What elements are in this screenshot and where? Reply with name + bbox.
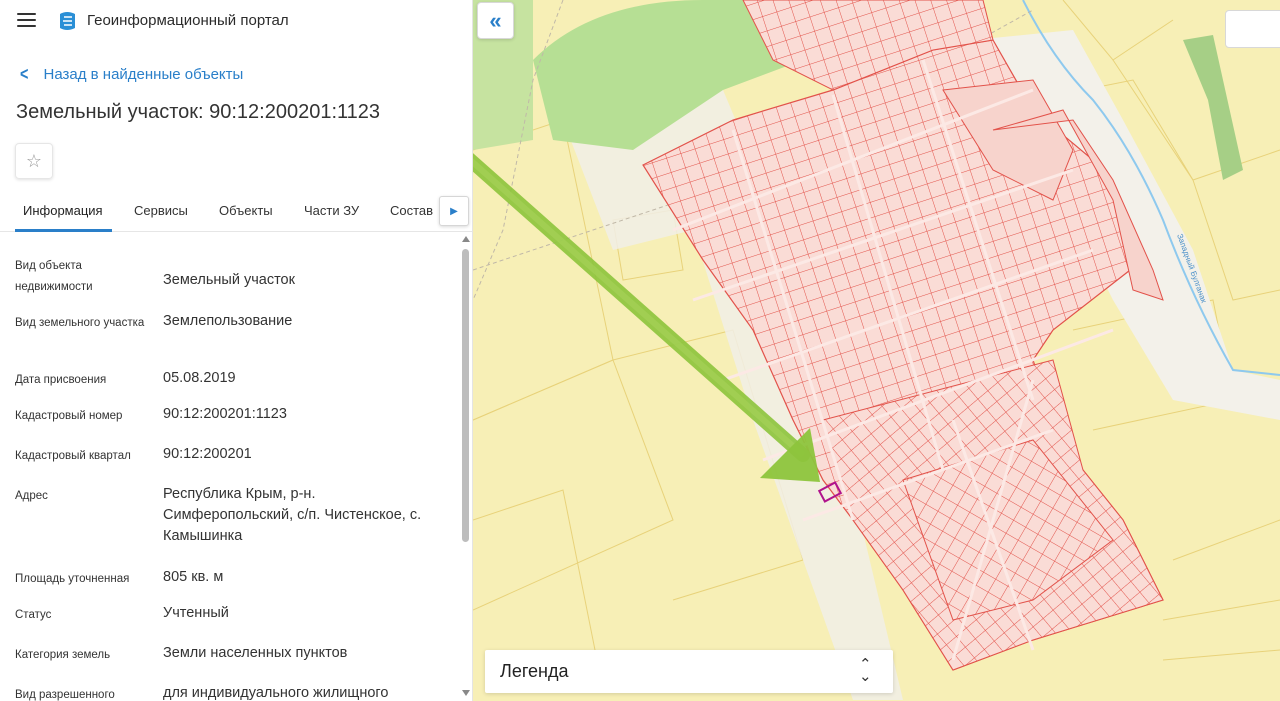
legend-panel[interactable]: Легенда ⌃ ⌄ <box>485 650 893 693</box>
info-value: Землепользование <box>163 313 293 329</box>
tab-services[interactable]: Сервисы <box>134 203 188 218</box>
info-label: Кадастровый номер <box>15 410 123 422</box>
double-chevron-left-icon: « <box>489 7 502 33</box>
info-value: Учтенный <box>163 605 229 621</box>
tab-objects[interactable]: Объекты <box>219 203 273 218</box>
tab-parts[interactable]: Части ЗУ <box>304 203 359 218</box>
expand-collapse-icon[interactable]: ⌃ ⌄ <box>859 657 872 684</box>
tabs-next-button[interactable]: ▶ <box>439 196 469 226</box>
info-label: Адрес <box>15 490 48 502</box>
scroll-down-arrow-icon[interactable] <box>462 690 470 696</box>
scroll-up-arrow-icon[interactable] <box>462 236 470 242</box>
info-value: Земли населенных пунктов <box>163 645 348 661</box>
scroll-thumb[interactable] <box>462 249 469 542</box>
map-search-input[interactable] <box>1225 10 1280 48</box>
menu-icon[interactable] <box>17 13 36 28</box>
info-label: Вид разрешенного <box>15 689 115 701</box>
info-value: для индивидуального жилищного <box>163 685 389 701</box>
legend-label: Легенда <box>500 661 569 681</box>
header: Геоинформационный портал <box>0 0 472 42</box>
info-scrollbar[interactable] <box>460 234 472 701</box>
map-view[interactable]: Западный Булганак <box>473 0 1280 701</box>
back-link-label: Назад в найденные объекты <box>43 65 244 83</box>
info-label: Вид объекта недвижимости <box>15 260 93 293</box>
back-link[interactable]: < Назад в найденные объекты <box>19 65 243 83</box>
info-label: Дата присвоения <box>15 374 107 386</box>
portal-logo-icon <box>60 12 75 30</box>
tab-bar: Информация Сервисы Объекты Части ЗУ Сост… <box>0 196 472 232</box>
star-icon: ☆ <box>25 150 43 171</box>
tab-composition[interactable]: Состав <box>390 203 433 218</box>
info-label: Кадастровый квартал <box>15 450 131 462</box>
map-canvas[interactable]: Западный Булганак <box>473 0 1280 701</box>
info-value: 05.08.2019 <box>163 370 236 386</box>
info-label: Площадь уточненная <box>15 573 130 585</box>
caret-right-icon: ▶ <box>450 205 458 217</box>
info-value: 805 кв. м <box>163 569 224 585</box>
forest-strip <box>1183 35 1243 180</box>
app-title: Геоинформационный портал <box>87 12 289 29</box>
active-tab-indicator <box>15 229 112 232</box>
info-panel: Геоинформационный портал < Назад в найде… <box>0 0 473 701</box>
info-label: Вид земельного участка <box>15 317 145 329</box>
info-value: Земельный участок <box>163 272 295 288</box>
info-label: Статус <box>15 609 52 621</box>
collapse-panel-button[interactable]: « <box>477 2 514 39</box>
chevron-left-icon: < <box>20 64 29 84</box>
info-value: Республика Крым, р-н. Симферопольский, с… <box>163 486 422 544</box>
object-title: Земельный участок: 90:12:200201:1123 <box>16 101 381 123</box>
info-value: 90:12:200201 <box>163 446 252 462</box>
favorite-button[interactable]: ☆ <box>15 143 53 179</box>
info-value: 90:12:200201:1123 <box>163 406 287 422</box>
info-label: Категория земель <box>15 649 111 661</box>
tab-information[interactable]: Информация <box>23 203 103 218</box>
